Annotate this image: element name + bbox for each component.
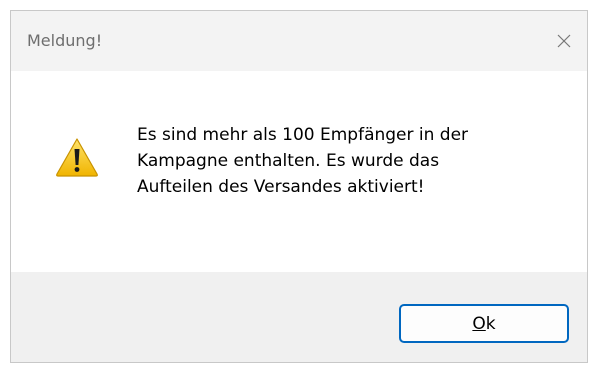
message-text: Es sind mehr als 100 Empfänger in der Ka… <box>137 122 557 200</box>
title-bar: Meldung! <box>11 11 587 71</box>
message-line: Es sind mehr als 100 Empfänger in der <box>137 125 469 145</box>
close-icon <box>557 34 571 48</box>
ok-button[interactable]: Ok <box>399 304 569 343</box>
message-dialog: Meldung! Es sind mehr als 100 Empfänger … <box>10 10 588 363</box>
message-line: Kampagne enthalten. Es wurde das <box>137 151 440 171</box>
ok-label-rest: k <box>485 313 496 334</box>
message-line: Aufteilen des Versandes aktiviert! <box>137 177 425 197</box>
dialog-title: Meldung! <box>27 31 103 50</box>
dialog-content: Es sind mehr als 100 Empfänger in der Ka… <box>11 71 587 272</box>
button-bar: Ok <box>11 272 587 362</box>
warning-icon <box>56 138 98 177</box>
ok-mnemonic: O <box>472 313 486 334</box>
close-button[interactable] <box>541 11 587 71</box>
